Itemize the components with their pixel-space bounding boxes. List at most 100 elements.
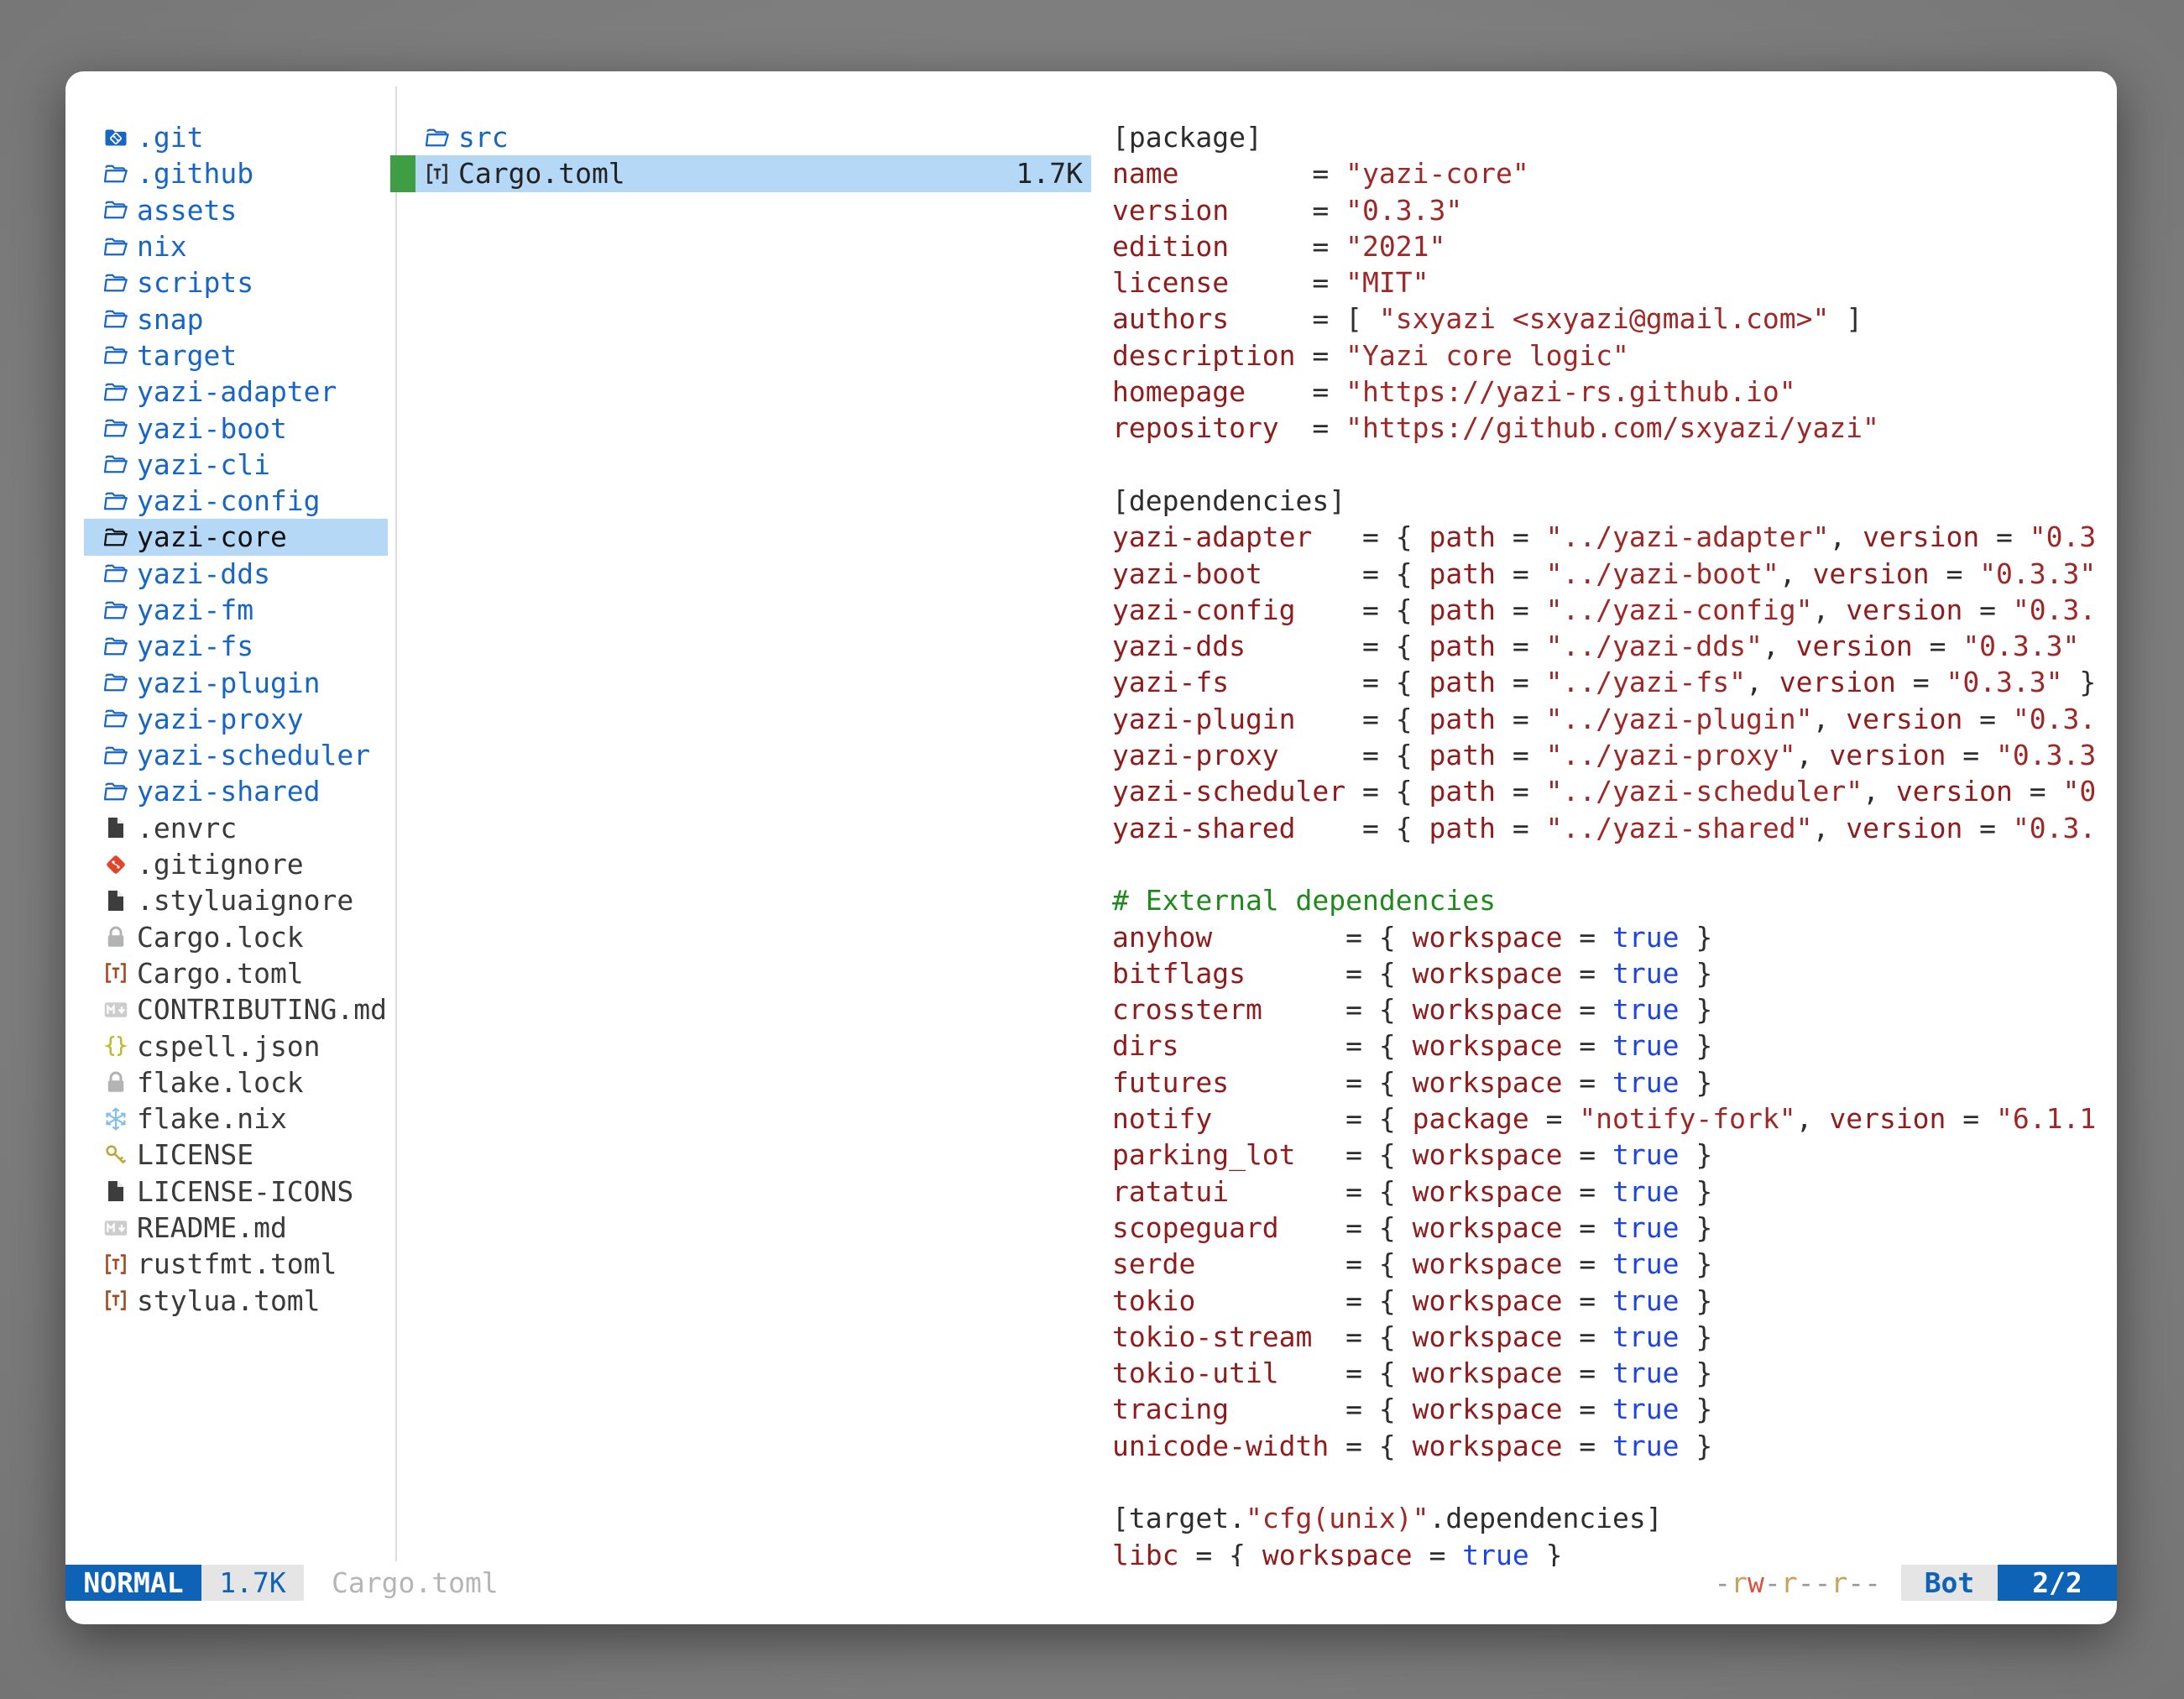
folder-open-icon bbox=[103, 634, 128, 659]
preview-code-line: yazi-dds = { path = "../yazi-dds", versi… bbox=[1112, 628, 2117, 664]
item-label: yazi-plugin bbox=[137, 667, 321, 699]
file-item-src[interactable]: src bbox=[390, 119, 1091, 155]
sidebar-item-yazi-core[interactable]: yazi-core bbox=[84, 519, 388, 555]
parent-directory-pane[interactable]: .git.githubassetsnixscriptssnaptargetyaz… bbox=[65, 119, 390, 1319]
preview-code-line: serde = { workspace = true } bbox=[1112, 1246, 2117, 1282]
sidebar-item-snap[interactable]: snap bbox=[84, 301, 388, 337]
preview-code-line: [target."cfg(unix)".dependencies] bbox=[1112, 1500, 2117, 1536]
toml-icon bbox=[103, 960, 128, 985]
file-item-Cargo.toml[interactable]: Cargo.toml1.7K bbox=[390, 155, 1091, 191]
sidebar-item-Cargo.lock[interactable]: Cargo.lock bbox=[84, 919, 388, 955]
preview-code-line bbox=[1112, 447, 2117, 483]
preview-code-line: authors = [ "sxyazi <sxyazi@gmail.com>" … bbox=[1112, 301, 2117, 337]
preview-code-line: tokio = { workspace = true } bbox=[1112, 1283, 2117, 1319]
current-directory-pane[interactable]: srcCargo.toml1.7K bbox=[390, 119, 1091, 192]
item-label: CONTRIBUTING.md bbox=[137, 993, 387, 1026]
sidebar-item-yazi-fm[interactable]: yazi-fm bbox=[84, 592, 388, 628]
sidebar-item-README.md[interactable]: README.md bbox=[84, 1210, 388, 1246]
sidebar-item-yazi-shared[interactable]: yazi-shared bbox=[84, 773, 388, 809]
item-label: Cargo.toml bbox=[137, 957, 304, 990]
lock-icon bbox=[103, 1069, 128, 1095]
yazi-file-manager-window: .git.githubassetsnixscriptssnaptargetyaz… bbox=[65, 71, 2117, 1624]
preview-code-line: parking_lot = { workspace = true } bbox=[1112, 1137, 2117, 1173]
sidebar-item-.gitignore[interactable]: .gitignore bbox=[84, 846, 388, 882]
preview-code-line: bitflags = { workspace = true } bbox=[1112, 955, 2117, 991]
sidebar-item-yazi-scheduler[interactable]: yazi-scheduler bbox=[84, 737, 388, 773]
key-icon bbox=[103, 1142, 128, 1168]
sidebar-item-CONTRIBUTING.md[interactable]: CONTRIBUTING.md bbox=[84, 991, 388, 1027]
sidebar-item-yazi-boot[interactable]: yazi-boot bbox=[84, 410, 388, 446]
sidebar-item-stylua.toml[interactable]: stylua.toml bbox=[84, 1283, 388, 1319]
sidebar-item-yazi-plugin[interactable]: yazi-plugin bbox=[84, 664, 388, 700]
item-label: Cargo.lock bbox=[137, 921, 304, 954]
item-label: cspell.json bbox=[137, 1030, 321, 1063]
sidebar-item-Cargo.toml[interactable]: Cargo.toml bbox=[84, 955, 388, 991]
sidebar-item-yazi-proxy[interactable]: yazi-proxy bbox=[84, 701, 388, 737]
status-bar: NORMAL 1.7K Cargo.toml -rw-r--r-- Bot 2/… bbox=[65, 1565, 2117, 1601]
sidebar-item-flake.nix[interactable]: flake.nix bbox=[84, 1100, 388, 1137]
folder-open-icon bbox=[103, 598, 128, 623]
preview-code-line: ratatui = { workspace = true } bbox=[1112, 1174, 2117, 1210]
preview-code-line: name = "yazi-core" bbox=[1112, 155, 2117, 191]
sidebar-item-yazi-dds[interactable]: yazi-dds bbox=[84, 556, 388, 592]
lock-icon bbox=[103, 924, 128, 949]
sidebar-item-yazi-cli[interactable]: yazi-cli bbox=[84, 447, 388, 483]
item-label: .gitignore bbox=[137, 848, 304, 881]
sidebar-item-flake.lock[interactable]: flake.lock bbox=[84, 1064, 388, 1100]
item-label: snap bbox=[137, 303, 203, 336]
sidebar-item-yazi-adapter[interactable]: yazi-adapter bbox=[84, 374, 388, 410]
sidebar-item-.envrc[interactable]: .envrc bbox=[84, 810, 388, 846]
sidebar-item-nix[interactable]: nix bbox=[84, 228, 388, 264]
preview-code-line: yazi-proxy = { path = "../yazi-proxy", v… bbox=[1112, 737, 2117, 773]
folder-open-icon bbox=[103, 452, 128, 477]
item-label: yazi-proxy bbox=[137, 703, 304, 735]
item-label: scripts bbox=[137, 266, 253, 299]
file-row-body: src bbox=[415, 119, 1091, 155]
item-label: Cargo.toml bbox=[458, 157, 625, 190]
file-row-body: Cargo.toml1.7K bbox=[415, 155, 1091, 191]
sidebar-item-assets[interactable]: assets bbox=[84, 192, 388, 228]
preview-code-line: unicode-width = { workspace = true } bbox=[1112, 1428, 2117, 1464]
item-label: yazi-boot bbox=[137, 412, 287, 445]
item-label: rustfmt.toml bbox=[137, 1247, 337, 1280]
status-filename: Cargo.toml bbox=[332, 1566, 499, 1599]
item-label: yazi-config bbox=[137, 484, 321, 517]
pane-divider bbox=[395, 86, 397, 1561]
folder-open-icon bbox=[103, 561, 128, 586]
cursor-position-badge: 2/2 bbox=[1998, 1565, 2117, 1601]
preview-code-line: # External dependencies bbox=[1112, 882, 2117, 918]
preview-code-line: yazi-adapter = { path = "../yazi-adapter… bbox=[1112, 519, 2117, 555]
json-icon bbox=[103, 1033, 128, 1059]
sidebar-item-cspell.json[interactable]: cspell.json bbox=[84, 1027, 388, 1064]
folder-open-icon bbox=[103, 525, 128, 550]
item-label: flake.lock bbox=[137, 1066, 304, 1099]
sidebar-item-.styluaignore[interactable]: .styluaignore bbox=[84, 882, 388, 918]
item-label: .github bbox=[137, 157, 253, 190]
item-label: yazi-core bbox=[137, 520, 287, 553]
preview-code-line bbox=[1112, 846, 2117, 882]
file-permissions: -rw-r--r-- bbox=[1714, 1566, 1881, 1599]
sidebar-item-LICENSE[interactable]: LICENSE bbox=[84, 1137, 388, 1173]
sidebar-item-scripts[interactable]: scripts bbox=[84, 264, 388, 301]
sidebar-item-target[interactable]: target bbox=[84, 337, 388, 374]
folder-open-icon bbox=[103, 197, 128, 222]
sidebar-item-LICENSE-ICONS[interactable]: LICENSE-ICONS bbox=[84, 1174, 388, 1210]
preview-code-line: [dependencies] bbox=[1112, 483, 2117, 519]
item-label: target bbox=[137, 339, 237, 372]
preview-code-line: notify = { package = "notify-fork", vers… bbox=[1112, 1100, 2117, 1137]
nix-icon bbox=[103, 1106, 128, 1132]
item-label: stylua.toml bbox=[137, 1284, 321, 1317]
sidebar-item-yazi-config[interactable]: yazi-config bbox=[84, 483, 388, 519]
marker-slot bbox=[390, 119, 415, 155]
preview-code-line: [package] bbox=[1112, 119, 2117, 155]
sidebar-item-.git[interactable]: .git bbox=[84, 119, 388, 155]
item-label: yazi-adapter bbox=[137, 375, 337, 408]
sidebar-item-yazi-fs[interactable]: yazi-fs bbox=[84, 628, 388, 664]
sidebar-item-.github[interactable]: .github bbox=[84, 155, 388, 191]
preview-code-line: tokio-stream = { workspace = true } bbox=[1112, 1319, 2117, 1355]
sidebar-item-rustfmt.toml[interactable]: rustfmt.toml bbox=[84, 1246, 388, 1282]
file-preview-pane[interactable]: [package]name = "yazi-core"version = "0.… bbox=[1112, 119, 2117, 1566]
folder-open-icon bbox=[103, 234, 128, 259]
file-size-badge: 1.7K bbox=[201, 1565, 304, 1601]
scroll-position-badge: Bot bbox=[1901, 1565, 1998, 1601]
